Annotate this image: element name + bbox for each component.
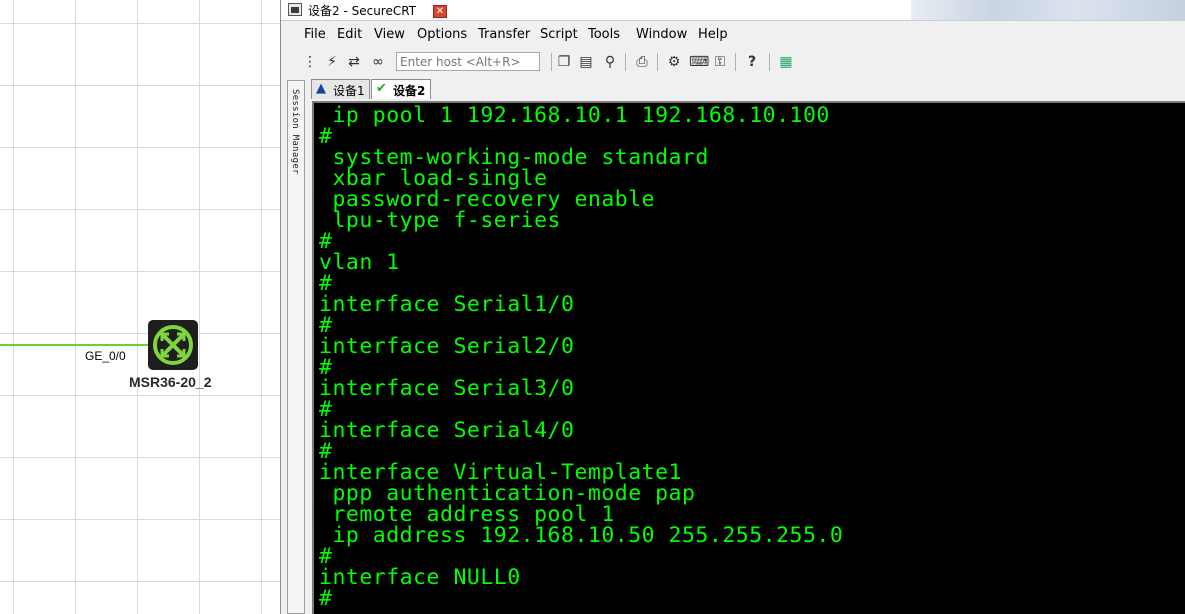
- sftp-icon[interactable]: ▦: [777, 53, 795, 71]
- securecrt-window: 设备2 - SecureCRT File Edit View Options T…: [280, 0, 1185, 614]
- keymap-icon[interactable]: ⌨: [689, 53, 709, 71]
- terminal-line: interface NULL0: [319, 565, 521, 590]
- terminal-line: ppp authentication-mode pap: [319, 481, 696, 506]
- terminal-line: #: [319, 313, 333, 338]
- tab-device2[interactable]: ✔ 设备2: [371, 79, 431, 99]
- terminal-line: interface Virtual-Template1: [319, 460, 682, 485]
- tab-label: 设备1: [333, 84, 365, 98]
- print-icon[interactable]: ⎙: [633, 53, 651, 71]
- menu-bar: File Edit View Options Transfer Script T…: [281, 24, 1185, 46]
- terminal-line: ip pool 1 192.168.10.1 192.168.10.100: [319, 103, 830, 128]
- menu-window[interactable]: Window: [636, 27, 687, 42]
- find-icon[interactable]: ⚲: [601, 53, 619, 71]
- menu-view[interactable]: View: [374, 27, 405, 42]
- window-title: 设备2 - SecureCRT: [308, 4, 417, 18]
- toolbar-separator: [735, 53, 736, 71]
- tab-label: 设备2: [393, 84, 426, 98]
- toolbar-separator: [551, 53, 552, 71]
- terminal-line: interface Serial2/0: [319, 334, 575, 359]
- toolbar-separator: [769, 53, 770, 71]
- terminal-line: remote address pool 1: [319, 502, 615, 527]
- port-label: GE_0/0: [85, 349, 126, 363]
- menu-edit[interactable]: Edit: [337, 27, 362, 42]
- session-manager-label: Session Manager: [290, 89, 300, 175]
- paste-icon[interactable]: ▤: [577, 53, 595, 71]
- toolbar-separator: [625, 53, 626, 71]
- terminal-line: #: [319, 229, 333, 254]
- router-icon: [153, 325, 193, 365]
- menu-tools[interactable]: Tools: [588, 27, 620, 42]
- toolbar-separator: [657, 53, 658, 71]
- device-name: MSR36-20_2: [129, 374, 212, 390]
- terminal-line: #: [319, 355, 333, 380]
- quick-connect-icon[interactable]: ⚡: [323, 53, 341, 71]
- settings-icon[interactable]: ⚙: [665, 53, 683, 71]
- link-icon[interactable]: ∞: [369, 53, 387, 71]
- title-bar-background: [911, 0, 1185, 20]
- terminal-line: ip address 192.168.10.50 255.255.255.0: [319, 523, 844, 548]
- session-manager-tab[interactable]: Session Manager: [287, 80, 305, 614]
- host-input[interactable]: [396, 52, 540, 71]
- terminal-line: system-working-mode standard: [319, 145, 709, 170]
- app-icon: [288, 3, 302, 16]
- terminal-line: #: [319, 544, 333, 569]
- terminal-line: interface Serial4/0: [319, 418, 575, 443]
- terminal-line: lpu-type f-series: [319, 208, 561, 233]
- menu-help[interactable]: Help: [698, 27, 728, 42]
- copy-icon[interactable]: ❐: [555, 53, 573, 71]
- reconnect-icon[interactable]: ⇄: [345, 53, 363, 71]
- router-device[interactable]: [148, 320, 198, 370]
- terminal-line: interface Serial1/0: [319, 292, 575, 317]
- terminal-screen[interactable]: ip pool 1 192.168.10.1 192.168.10.100 # …: [312, 101, 1185, 614]
- connect-tree-icon[interactable]: ⋮: [301, 53, 319, 71]
- title-bar[interactable]: 设备2 - SecureCRT: [281, 0, 1185, 21]
- warning-icon: ▲: [316, 81, 326, 96]
- terminal-line: interface Serial3/0: [319, 376, 575, 401]
- terminal-line: #: [319, 124, 333, 149]
- menu-options[interactable]: Options: [417, 27, 467, 42]
- check-icon: ✔: [376, 81, 387, 96]
- terminal-line: #: [319, 439, 333, 464]
- terminal-line: #: [319, 586, 333, 611]
- terminal-line: xbar load-single: [319, 166, 548, 191]
- network-link[interactable]: [0, 344, 150, 346]
- topology-canvas[interactable]: GE_0/0 MSR36-20_2: [0, 0, 280, 614]
- terminal-line: vlan 1: [319, 250, 400, 275]
- tab-close-button[interactable]: ✕: [433, 5, 447, 18]
- help-icon[interactable]: ?: [743, 53, 761, 71]
- session-tabs: ▲ 设备1 ✔ 设备2: [309, 78, 1185, 100]
- menu-script[interactable]: Script: [540, 27, 578, 42]
- terminal-line: password-recovery enable: [319, 187, 656, 212]
- terminal-line: #: [319, 271, 333, 296]
- tab-device1[interactable]: ▲ 设备1: [311, 79, 370, 99]
- terminal-line: #: [319, 397, 333, 422]
- menu-transfer[interactable]: Transfer: [478, 27, 530, 42]
- menu-file[interactable]: File: [304, 27, 326, 42]
- key-icon[interactable]: ⚿: [711, 53, 729, 71]
